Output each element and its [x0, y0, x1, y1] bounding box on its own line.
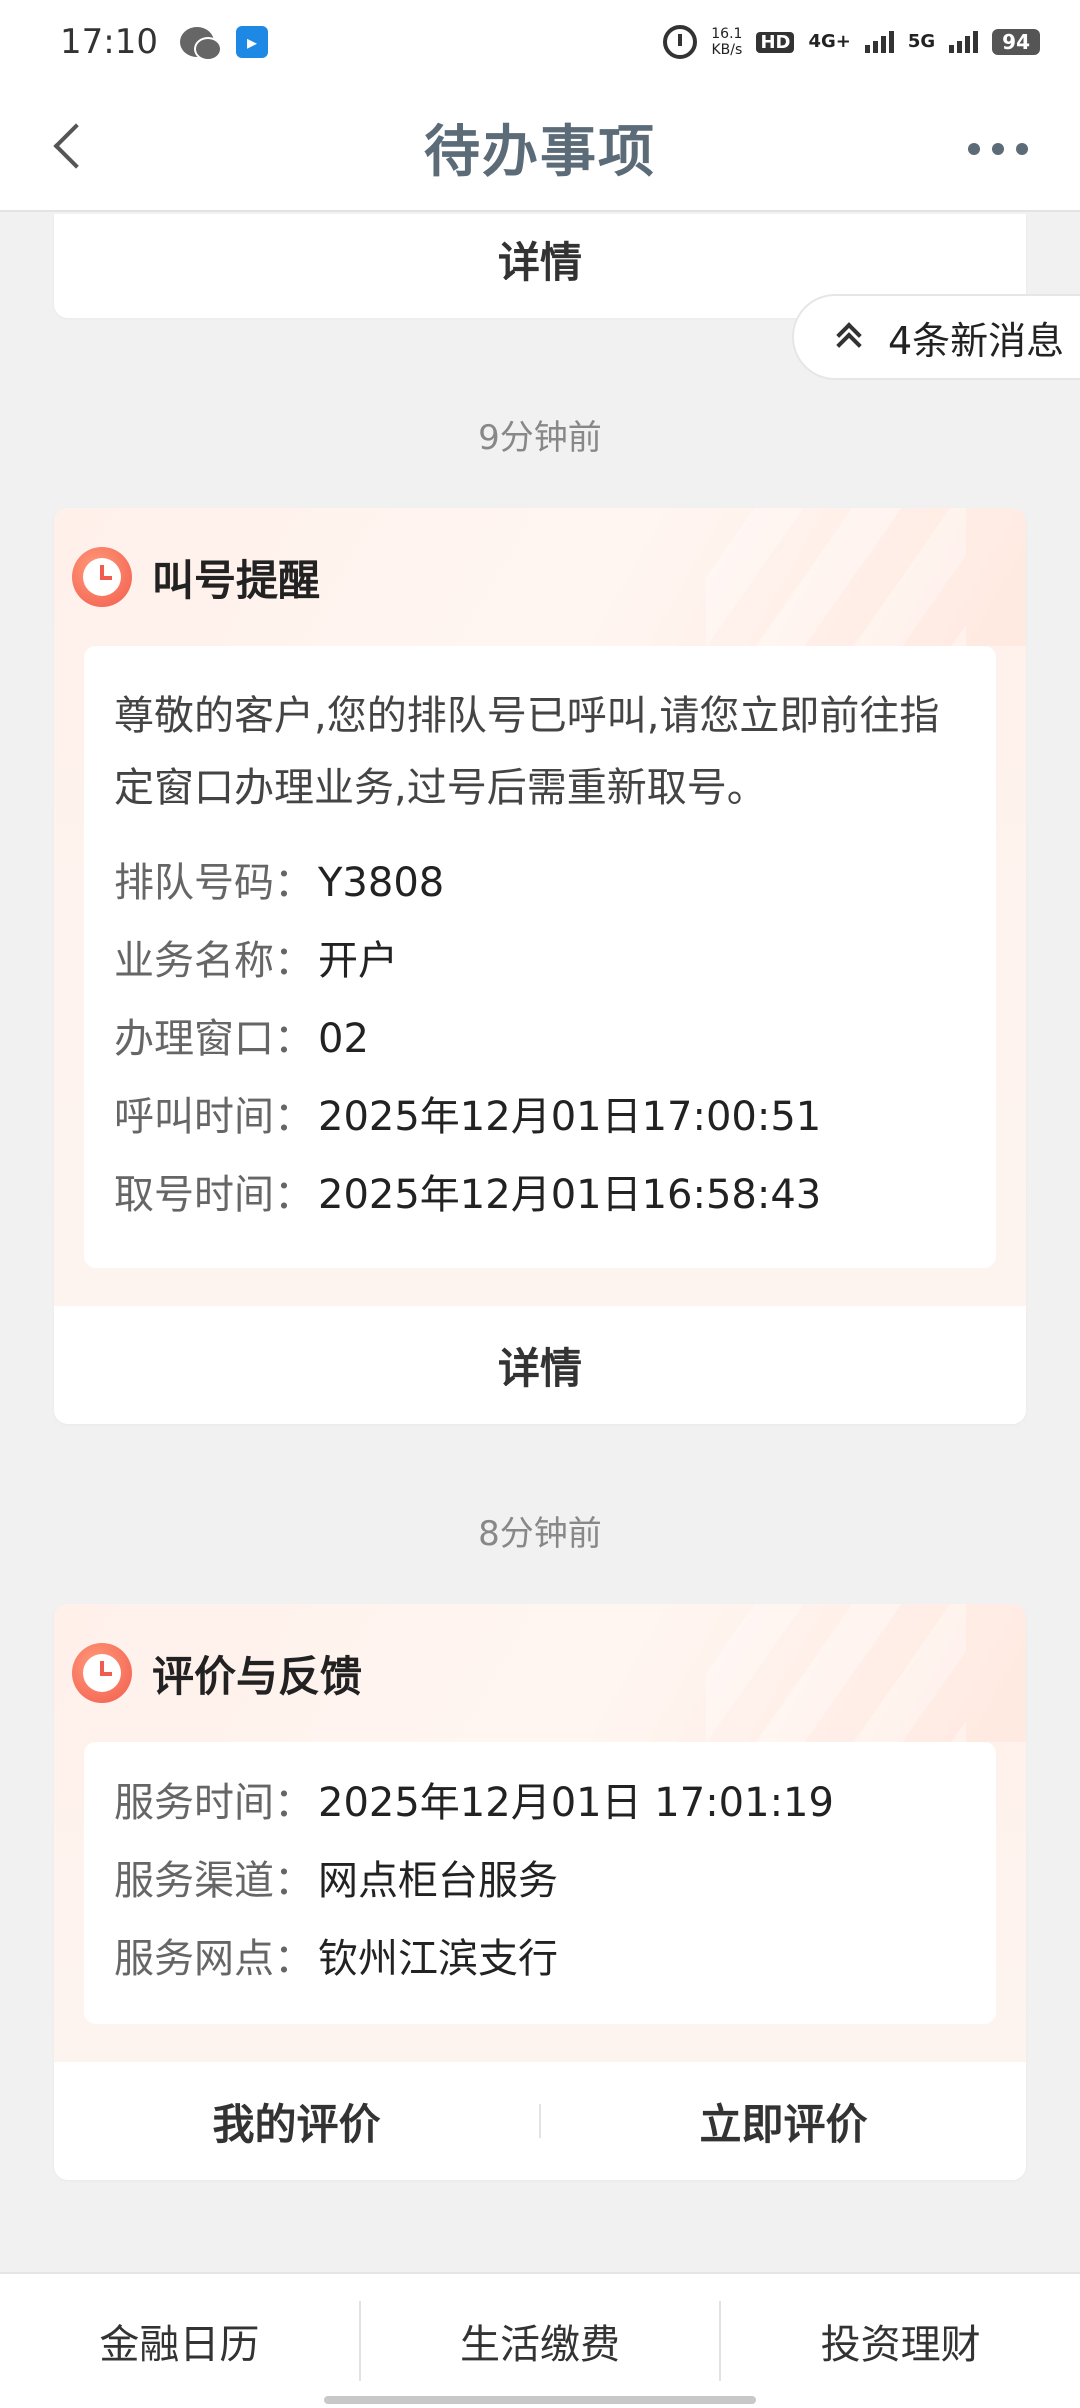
signal-icon [864, 31, 894, 53]
dot-icon [1016, 143, 1028, 155]
bottom-menu-bar: 金融日历 生活缴费 投资理财 [0, 2272, 1080, 2408]
row-label: 办理窗口： [114, 1016, 314, 1062]
row-value: 开户 [318, 938, 398, 984]
status-left: 17:10 ▸ [60, 22, 268, 62]
review-now-button[interactable]: 立即评价 [541, 2091, 1026, 2152]
info-row-call-time: 呼叫时间： 2025年12月01日17:00:51 [114, 1078, 966, 1156]
status-right: 16.1 KB/s HD 4G+ 5G 94 [663, 25, 1040, 59]
info-row-service-time: 服务时间： 2025年12月01日 17:01:19 [114, 1764, 966, 1842]
timestamp-label: 8分钟前 [478, 1514, 602, 1554]
row-label: 服务时间： [114, 1780, 314, 1826]
menu-investment[interactable]: 投资理财 [721, 2312, 1080, 2370]
hd-badge: HD [756, 31, 795, 53]
status-time: 17:10 [60, 22, 158, 62]
timestamp-label: 9分钟前 [478, 418, 602, 458]
network-type-2: 5G [907, 31, 936, 52]
detail-button[interactable]: 详情 [54, 229, 1026, 290]
double-chevron-up-icon [834, 324, 862, 350]
row-value: 2025年12月01日16:58:43 [318, 1172, 822, 1218]
info-row-window: 办理窗口： 02 [114, 1000, 966, 1078]
card-body: 服务时间： 2025年12月01日 17:01:19 服务渠道： 网点柜台服务 … [84, 1742, 996, 2024]
speed-unit: KB/s [711, 42, 743, 58]
clock-icon [72, 1643, 132, 1703]
status-bar: 17:10 ▸ 16.1 KB/s HD 4G+ 5G 94 [0, 0, 1080, 84]
card-body-wrap: 服务时间： 2025年12月01日 17:01:19 服务渠道： 网点柜台服务 … [54, 1742, 1026, 2062]
speed-value: 16.1 [711, 26, 743, 42]
more-options-button[interactable] [968, 134, 1038, 164]
clock-icon [72, 547, 132, 607]
row-label: 服务网点： [114, 1936, 314, 1982]
card-body: 尊敬的客户,您的排队号已呼叫,请您立即前往指定窗口办理业务,过号后需重新取号。 … [84, 646, 996, 1268]
card-header: 叫号提醒 [54, 508, 1026, 646]
row-value: 钦州江滨支行 [318, 1936, 558, 1982]
card-header: 评价与反馈 [54, 1604, 1026, 1742]
my-review-button[interactable]: 我的评价 [54, 2091, 539, 2152]
back-button[interactable] [46, 118, 106, 178]
review-feedback-card: 评价与反馈 服务时间： 2025年12月01日 17:01:19 服务渠道： 网… [54, 1604, 1026, 2180]
info-row-queue-number: 排队号码： Y3808 [114, 844, 966, 922]
page-title: 待办事项 [424, 119, 656, 185]
network-type-1: 4G+ [808, 31, 851, 52]
menu-financial-calendar[interactable]: 金融日历 [0, 2312, 359, 2370]
reminder-message: 尊敬的客户,您的排队号已呼叫,请您立即前往指定窗口办理业务,过号后需重新取号。 [114, 693, 940, 811]
network-speed: 16.1 KB/s [711, 26, 742, 58]
card-title: 评价与反馈 [152, 1651, 363, 1701]
card-body-wrap: 尊敬的客户,您的排队号已呼叫,请您立即前往指定窗口办理业务,过号后需重新取号。 … [54, 646, 1026, 1306]
row-value: Y3808 [318, 860, 445, 906]
message-list[interactable]: 详情 4条新消息 9分钟前 叫号提醒 尊敬的客户,您的排队号已呼叫,请您立即前往… [0, 214, 1080, 2270]
signal-icon-2 [949, 31, 979, 53]
info-row-service-channel: 服务渠道： 网点柜台服务 [114, 1842, 966, 1920]
row-label: 取号时间： [114, 1172, 314, 1218]
alarm-icon [663, 25, 698, 59]
nav-bar: 待办事项 [0, 84, 1080, 212]
info-row-ticket-time: 取号时间： 2025年12月01日16:58:43 [114, 1156, 966, 1234]
row-label: 服务渠道： [114, 1858, 314, 1904]
menu-utility-payment[interactable]: 生活缴费 [361, 2312, 720, 2370]
card-footer: 我的评价 立即评价 [54, 2062, 1026, 2180]
dot-icon [992, 143, 1004, 155]
row-value: 02 [318, 1016, 369, 1062]
wechat-icon [179, 27, 222, 61]
call-reminder-card: 叫号提醒 尊敬的客户,您的排队号已呼叫,请您立即前往指定窗口办理业务,过号后需重… [54, 508, 1026, 1424]
row-label: 业务名称： [114, 938, 314, 984]
battery-indicator: 94 [992, 29, 1040, 55]
app-notification-icon: ▸ [235, 26, 268, 58]
row-value: 网点柜台服务 [318, 1858, 558, 1904]
new-messages-button[interactable]: 4条新消息 [792, 294, 1080, 380]
detail-button[interactable]: 详情 [54, 1335, 1026, 1396]
row-label: 排队号码： [114, 860, 314, 906]
dot-icon [968, 143, 980, 155]
row-value: 2025年12月01日 17:01:19 [318, 1780, 834, 1826]
new-messages-label: 4条新消息 [888, 318, 1065, 363]
info-row-business-name: 业务名称： 开户 [114, 922, 966, 1000]
info-row-service-branch: 服务网点： 钦州江滨支行 [114, 1920, 966, 1998]
row-value: 2025年12月01日17:00:51 [318, 1094, 822, 1140]
row-label: 呼叫时间： [114, 1094, 314, 1140]
home-indicator[interactable] [324, 2396, 756, 2404]
card-title: 叫号提醒 [152, 555, 321, 605]
card-footer: 详情 [54, 1306, 1026, 1424]
